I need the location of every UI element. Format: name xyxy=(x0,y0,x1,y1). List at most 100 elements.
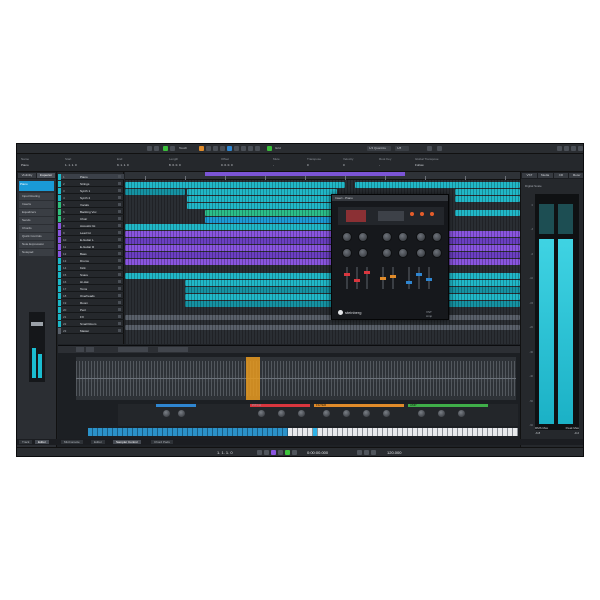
project-window-event-display[interactable] xyxy=(125,180,520,344)
media-bay-button[interactable] xyxy=(437,146,442,151)
track-row[interactable]: 18 Overheads xyxy=(58,293,124,299)
piano-keyboard[interactable] xyxy=(88,428,518,436)
stop-button[interactable] xyxy=(278,450,283,455)
layout-menu-button[interactable] xyxy=(578,146,583,151)
slider[interactable] xyxy=(426,267,432,289)
slider-cap[interactable] xyxy=(364,271,370,274)
slider-cap[interactable] xyxy=(406,281,412,284)
track-name[interactable]: Strings xyxy=(80,182,89,186)
knob[interactable] xyxy=(438,410,445,417)
range-tool[interactable] xyxy=(170,146,175,151)
line-tool[interactable] xyxy=(241,146,246,151)
mute-button[interactable] xyxy=(118,245,121,248)
tab-meter[interactable]: Meter xyxy=(569,173,583,178)
knob[interactable] xyxy=(342,248,352,258)
constrain-delay-button[interactable] xyxy=(154,146,159,151)
mute-button[interactable] xyxy=(118,273,121,276)
track-name[interactable]: Drums xyxy=(80,259,89,263)
track-row[interactable]: 6 Backing Vox xyxy=(58,209,124,215)
knob[interactable] xyxy=(458,410,465,417)
channel-fader[interactable] xyxy=(29,312,45,382)
metronome-button[interactable] xyxy=(371,450,376,455)
tab-inspector[interactable]: Inspector xyxy=(37,173,55,178)
sampler-solo-button[interactable] xyxy=(76,347,84,352)
slider[interactable] xyxy=(354,267,360,289)
record-button[interactable] xyxy=(292,450,297,455)
slider[interactable] xyxy=(344,267,350,289)
track-name[interactable]: Hi-Hat xyxy=(80,280,89,284)
knob[interactable] xyxy=(343,410,350,417)
info-cell-velocity[interactable]: Velocity 0 xyxy=(343,157,353,169)
fader-handle[interactable] xyxy=(31,322,43,326)
mute-button[interactable] xyxy=(118,287,121,290)
knob[interactable] xyxy=(278,410,285,417)
track-row[interactable]: 21 FX xyxy=(58,314,124,320)
slider-cap[interactable] xyxy=(390,275,396,278)
track-name[interactable]: Lead Gt xyxy=(80,231,91,235)
slider-cap[interactable] xyxy=(354,279,360,282)
slider[interactable] xyxy=(364,267,370,289)
mute-button[interactable] xyxy=(118,266,121,269)
play-tool[interactable] xyxy=(248,146,253,151)
draw-tool[interactable] xyxy=(234,146,239,151)
plugin-window[interactable]: Insert - Piano steinberg VST Amp xyxy=(331,194,449,320)
tab-track[interactable]: Track xyxy=(19,440,33,444)
color-menu-button[interactable] xyxy=(427,146,432,151)
inspector-section[interactable]: Input Routing xyxy=(19,193,54,200)
track-row[interactable]: 16 Hi-Hat xyxy=(58,279,124,285)
track-row[interactable]: 17 Toms xyxy=(58,286,124,292)
track-row[interactable]: 9 Lead Gt xyxy=(58,230,124,236)
knob[interactable] xyxy=(258,410,265,417)
track-row[interactable]: 19 Room xyxy=(58,300,124,306)
meter-scale-label[interactable]: Digital Scale xyxy=(525,184,542,188)
inspector-track-name[interactable]: Piano xyxy=(19,181,54,191)
mute-button[interactable] xyxy=(118,231,121,234)
knob[interactable] xyxy=(416,232,426,242)
info-cell-transpose[interactable]: Transpose 0 xyxy=(307,157,321,169)
track-name[interactable]: Piano xyxy=(80,175,88,179)
mute-button[interactable] xyxy=(118,196,121,199)
track-name[interactable]: Kick xyxy=(80,266,86,270)
info-cell-mute[interactable]: Mute - xyxy=(273,157,280,169)
layout-right-button[interactable] xyxy=(571,146,576,151)
knob[interactable] xyxy=(298,410,305,417)
slider-cap[interactable] xyxy=(380,277,386,280)
inspector-section[interactable]: Inserts xyxy=(19,201,54,208)
knob[interactable] xyxy=(398,232,408,242)
mute-button[interactable] xyxy=(118,259,121,262)
left-locator[interactable]: 1. 1. 1. 0 xyxy=(217,450,233,456)
knob[interactable] xyxy=(163,410,170,417)
slider[interactable] xyxy=(406,267,412,289)
cycle-button[interactable] xyxy=(271,450,276,455)
play-button[interactable] xyxy=(285,450,290,455)
track-row[interactable]: 5 Vocals xyxy=(58,202,124,208)
selection-range[interactable] xyxy=(246,357,260,400)
tab-vst[interactable]: VST xyxy=(522,173,537,178)
timeline-ruler[interactable] xyxy=(125,172,520,180)
track-row[interactable]: 3 Synth 1 xyxy=(58,188,124,194)
slider-cap[interactable] xyxy=(426,278,432,281)
color-tool[interactable] xyxy=(255,146,260,151)
tab-media[interactable]: Media xyxy=(537,173,553,178)
glue-tool[interactable] xyxy=(206,146,211,151)
info-cell-start[interactable]: Start 1. 1. 1. 0 xyxy=(65,157,77,169)
mute-button[interactable] xyxy=(118,301,121,304)
mute-button[interactable] xyxy=(118,238,121,241)
knob[interactable] xyxy=(432,248,442,258)
track-name[interactable]: Snare xyxy=(80,273,88,277)
object-select-tool[interactable] xyxy=(163,146,168,151)
slider-cap[interactable] xyxy=(344,273,350,276)
snap-type-label[interactable]: Grid xyxy=(275,146,281,150)
zoom-tool[interactable] xyxy=(220,146,225,151)
track-row[interactable]: 20 Perc xyxy=(58,307,124,313)
track-name[interactable]: Master xyxy=(80,329,89,333)
mute-button[interactable] xyxy=(118,252,121,255)
knob[interactable] xyxy=(418,410,425,417)
inspector-section[interactable]: Sends xyxy=(19,217,54,224)
knob[interactable] xyxy=(342,232,352,242)
inspector-section[interactable]: Equalizers xyxy=(19,209,54,216)
track-name[interactable]: Backing Vox xyxy=(80,210,97,214)
track-row[interactable]: 1 Piano xyxy=(58,174,124,180)
inspector-section[interactable]: Chords xyxy=(19,225,54,232)
tab-sampler-control[interactable]: Sampler Control xyxy=(113,440,141,444)
